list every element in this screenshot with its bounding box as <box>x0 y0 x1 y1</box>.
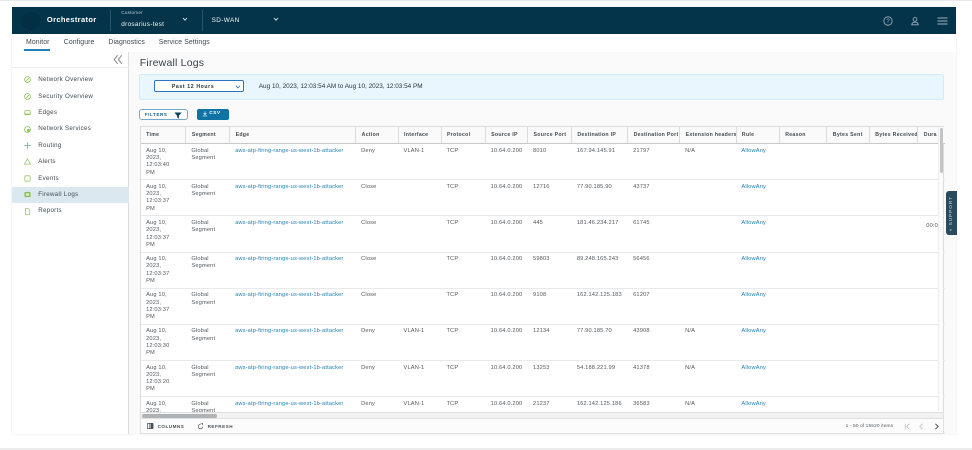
svg-text:?: ? <box>886 19 890 25</box>
